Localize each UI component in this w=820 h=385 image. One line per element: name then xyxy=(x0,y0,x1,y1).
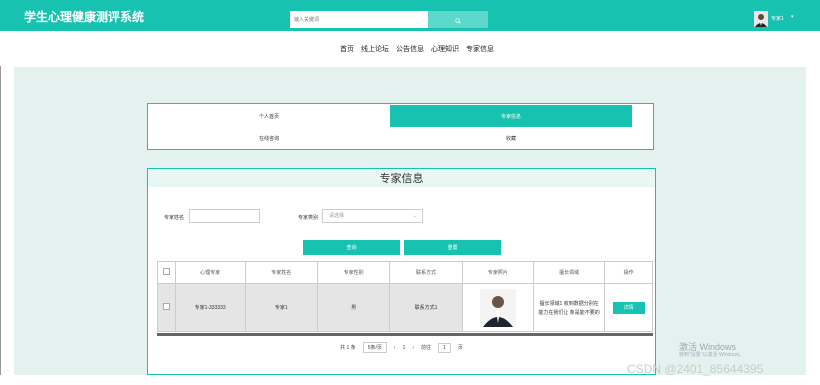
search-icon xyxy=(455,11,461,29)
table-header-row: 心理专家 专家姓名 专家性别 联系方式 专家照片 擅长领域 操作 xyxy=(157,261,653,284)
cell-contact: 联系方式1 xyxy=(389,283,463,332)
cell-name: 专家1 xyxy=(244,283,318,332)
goto-page-input[interactable]: 1 xyxy=(438,342,451,353)
col-header-gender: 专家性别 xyxy=(316,261,391,284)
expert-panel: 专家信息 专家姓名 专家类别 请选择 ⌄ 查询 重置 心理专家 专家姓名 专家性… xyxy=(147,168,656,375)
specialty-line: 能力在我们让 象是能不要的 xyxy=(538,309,600,316)
specialty-line: 擅长领域1 收到数据分别在 xyxy=(539,300,599,307)
goto-label: 前往 xyxy=(421,345,432,351)
col-header-contact: 联系方式 xyxy=(389,261,463,284)
tab-online-consult[interactable]: 在线咨询 xyxy=(148,127,390,149)
col-header-specialty: 擅长领域 xyxy=(532,261,606,284)
col-header-name: 专家姓名 xyxy=(244,261,318,284)
panel-title: 专家信息 xyxy=(148,169,655,187)
row-checkbox[interactable] xyxy=(162,303,170,310)
chevron-down-icon[interactable]: ▾ xyxy=(791,14,794,20)
page-number[interactable]: 1 xyxy=(403,345,406,351)
search-input[interactable] xyxy=(290,11,428,28)
expert-category-select[interactable]: 请选择 ⌄ xyxy=(322,209,423,223)
row-select-cell[interactable] xyxy=(157,283,176,332)
cell-action: 详情 xyxy=(604,283,653,332)
page-size-select[interactable]: 5条/页 xyxy=(362,342,387,353)
col-header-action: 操作 xyxy=(604,261,653,284)
next-page-icon[interactable]: › xyxy=(412,345,414,351)
user-name[interactable]: 专家1 xyxy=(771,15,784,22)
cell-account: 专家1-333333 xyxy=(174,283,246,332)
source-watermark: CSDN @2401_85644395 xyxy=(627,362,764,376)
cell-specialty: 擅长领域1 收到数据分别在 能力在我们让 象是能不要的 xyxy=(532,283,606,332)
main-nav: 首页 线上论坛 公告信息 心理知识 专家信息 xyxy=(0,32,820,66)
reset-button[interactable]: 重置 xyxy=(404,240,501,255)
search-button[interactable] xyxy=(428,11,488,28)
tab-personal-home[interactable]: 个人首页 xyxy=(148,105,390,127)
cell-photo xyxy=(461,283,534,332)
detail-button[interactable]: 详情 xyxy=(612,301,645,314)
table-row[interactable]: 专家1-333333 专家1 男 联系方式1 擅长领域1 收到数据分别在 能力在… xyxy=(157,283,653,332)
pager-total: 共 1 条 xyxy=(340,345,356,351)
app-title: 学生心理健康测评系统 xyxy=(24,10,145,24)
top-bar: 学生心理健康测评系统 专家1 ▾ xyxy=(0,0,820,31)
tab-expert-info[interactable]: 专家信息 xyxy=(390,105,632,127)
tab-favorites[interactable]: 收藏 xyxy=(390,127,632,149)
nav-item-psych-knowledge[interactable]: 心理知识 xyxy=(431,44,459,54)
pagination: 共 1 条 5条/页 ‹ 1 › 前往 1 页 xyxy=(148,342,655,353)
search-button[interactable]: 查询 xyxy=(303,240,400,255)
activation-watermark-subtitle: 转到"设置"以激活 Windows。 xyxy=(679,352,745,358)
expert-name-input[interactable] xyxy=(189,209,260,223)
cell-gender: 男 xyxy=(316,283,391,332)
col-header-photo: 专家照片 xyxy=(461,261,534,284)
expert-photo xyxy=(479,288,516,327)
expert-table: 心理专家 专家姓名 专家性别 联系方式 专家照片 擅长领域 操作 专家1-333… xyxy=(157,261,653,332)
table-bottom-border xyxy=(157,333,653,336)
expert-name-label: 专家姓名 xyxy=(164,215,185,221)
chevron-down-icon: ⌄ xyxy=(412,213,417,219)
select-all-checkbox[interactable] xyxy=(162,268,170,275)
nav-item-forum[interactable]: 线上论坛 xyxy=(361,44,389,54)
nav-item-home[interactable]: 首页 xyxy=(340,44,354,54)
avatar[interactable] xyxy=(754,11,768,27)
center-tabs: 个人首页 专家信息 在线咨询 收藏 xyxy=(147,103,654,150)
col-header-account: 心理专家 xyxy=(174,261,246,284)
nav-item-experts[interactable]: 专家信息 xyxy=(466,44,494,54)
category-select-placeholder: 请选择 xyxy=(329,213,345,219)
select-all-cell[interactable] xyxy=(157,261,176,284)
nav-item-announcements[interactable]: 公告信息 xyxy=(396,44,424,54)
expert-category-label: 专家类别 xyxy=(298,215,319,221)
divider xyxy=(0,66,1,375)
goto-suffix: 页 xyxy=(457,345,463,351)
prev-page-icon[interactable]: ‹ xyxy=(394,345,396,351)
